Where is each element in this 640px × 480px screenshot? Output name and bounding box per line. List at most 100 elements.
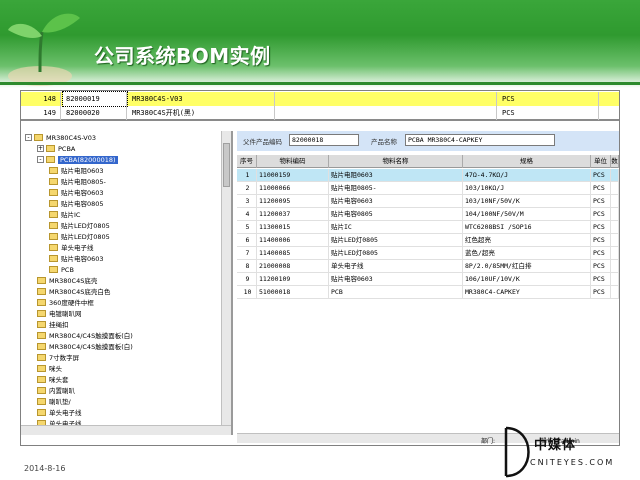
cell-seq[interactable]: 4	[237, 208, 257, 221]
cell-unit[interactable]: PCS	[591, 221, 611, 234]
cell-unit[interactable]: PCS	[591, 195, 611, 208]
tree-item[interactable]: 单头电子线	[37, 408, 82, 419]
cell-code[interactable]: 51000018	[257, 286, 329, 299]
grid-row-149[interactable]: 149 82000020 MR380C4S开机(黑) PCS	[21, 106, 619, 120]
cell-qty[interactable]	[611, 260, 619, 273]
expand-icon[interactable]: +	[37, 144, 44, 152]
grid-unit-cell[interactable]: PCS	[499, 106, 599, 120]
cell-spec[interactable]: 8P/2.0/85MM/红白排	[463, 260, 591, 273]
tree-item[interactable]: PCB	[49, 265, 74, 276]
cell-unit[interactable]: PCS	[591, 247, 611, 260]
cell-unit[interactable]: PCS	[591, 169, 611, 182]
cell-name[interactable]: 贴片LED灯0805	[329, 247, 463, 260]
tree-item[interactable]: 贴片电阻0805-	[49, 177, 106, 188]
table-row[interactable]: 3 11200095 贴片电容0603 103/10NF/50V/K PCS	[237, 195, 619, 208]
cell-seq[interactable]: 1	[237, 169, 257, 182]
grid-name-cell[interactable]: MR380C4S开机(黑)	[129, 106, 275, 120]
cell-spec[interactable]: 103/10NF/50V/K	[463, 195, 591, 208]
table-row[interactable]: 8 21000008 单头电子线 8P/2.0/85MM/红白排 PCS	[237, 260, 619, 273]
col-code[interactable]: 物料编码	[257, 155, 329, 168]
tree-item[interactable]: 挂绳扣	[37, 320, 69, 331]
collapse-icon[interactable]: -	[25, 133, 32, 141]
scrollbar-thumb[interactable]	[223, 143, 230, 187]
tree-item[interactable]: 7寸数字屏	[37, 353, 79, 364]
cell-name[interactable]: 贴片IC	[329, 221, 463, 234]
tree-item[interactable]: 贴片电容0603	[49, 254, 104, 265]
cell-code[interactable]: 11300015	[257, 221, 329, 234]
cell-spec[interactable]: MR380C4-CAPKEY	[463, 286, 591, 299]
grid-unit-cell[interactable]: PCS	[499, 92, 599, 106]
cell-code[interactable]: 11400085	[257, 247, 329, 260]
cell-spec[interactable]: 104/100NF/50V/M	[463, 208, 591, 221]
tree-item[interactable]: 贴片IC	[49, 210, 80, 221]
tree-item[interactable]: MR380C4S底壳	[37, 276, 97, 287]
cell-spec[interactable]: 红色超亮	[463, 234, 591, 247]
table-row[interactable]: 10 51000018 PCB MR380C4-CAPKEY PCS	[237, 286, 619, 299]
product-name-field[interactable]: PCBA MR380C4-CAPKEY	[405, 134, 555, 146]
cell-code[interactable]: 11400006	[257, 234, 329, 247]
cell-name[interactable]: 贴片LED灯0805	[329, 234, 463, 247]
cell-spec[interactable]: 103/10KΩ/J	[463, 182, 591, 195]
tree-item[interactable]: 内置喇叭	[37, 386, 75, 397]
grid-name-cell[interactable]: MR380C4S-V03	[129, 92, 275, 106]
table-row[interactable]: 9 11200109 贴片电容0603 106/10UF/10V/K PCS	[237, 273, 619, 286]
col-spec[interactable]: 规格	[463, 155, 591, 168]
tree-item[interactable]: MR380C4/C4S触摸面板(白)	[37, 342, 133, 353]
cell-name[interactable]: 贴片电容0603	[329, 273, 463, 286]
tree-item[interactable]: 贴片LED灯0805	[49, 232, 110, 243]
cell-spec[interactable]: 蓝色/超亮	[463, 247, 591, 260]
tree-item[interactable]: 电镀喇叭网	[37, 309, 82, 320]
cell-qty[interactable]	[611, 208, 619, 221]
cell-unit[interactable]: PCS	[591, 273, 611, 286]
tree-item[interactable]: 360度硬件中框	[37, 298, 94, 309]
cell-seq[interactable]: 5	[237, 221, 257, 234]
cell-spec[interactable]: WTC6208BSI /SOP16	[463, 221, 591, 234]
tree-item[interactable]: 单头电子线	[49, 243, 94, 254]
table-row[interactable]: 6 11400006 贴片LED灯0805 红色超亮 PCS	[237, 234, 619, 247]
tree-item[interactable]: - MR380C4S-V03	[25, 133, 96, 144]
tree-item[interactable]: - PCBA(82000018)	[37, 155, 118, 166]
collapse-icon[interactable]: -	[37, 155, 44, 163]
cell-seq[interactable]: 7	[237, 247, 257, 260]
cell-unit[interactable]: PCS	[591, 234, 611, 247]
cell-seq[interactable]: 10	[237, 286, 257, 299]
tree-item[interactable]: + PCBA	[37, 144, 75, 155]
cell-name[interactable]: 贴片电阻0805-	[329, 182, 463, 195]
table-row[interactable]: 7 11400085 贴片LED灯0805 蓝色/超亮 PCS	[237, 247, 619, 260]
bom-tree[interactable]: - MR380C4S-V03 + PCBA - PCBA(82000018) 贴片电阻060…	[21, 131, 233, 435]
tree-item[interactable]: MR380C4/C4S触摸面板(白)	[37, 331, 133, 342]
cell-qty[interactable]	[611, 234, 619, 247]
cell-seq[interactable]: 3	[237, 195, 257, 208]
cell-name[interactable]: 贴片电容0805	[329, 208, 463, 221]
tree-item[interactable]: 贴片电阻0603	[49, 166, 104, 177]
cell-unit[interactable]: PCS	[591, 260, 611, 273]
col-unit[interactable]: 单位	[591, 155, 611, 168]
cell-qty[interactable]	[611, 182, 619, 195]
cell-code[interactable]: 11200037	[257, 208, 329, 221]
col-seq[interactable]: 序号	[237, 155, 257, 168]
table-row[interactable]: 1 11000159 贴片电阻0603 47Ω-4.7KΩ/J PCS	[237, 169, 619, 182]
tree-horizontal-scrollbar[interactable]	[21, 425, 231, 435]
tree-vertical-scrollbar[interactable]	[221, 131, 231, 435]
cell-qty[interactable]	[611, 247, 619, 260]
cell-name[interactable]: 单头电子线	[329, 260, 463, 273]
cell-name[interactable]: PCB	[329, 286, 463, 299]
cell-qty[interactable]	[611, 286, 619, 299]
cell-code[interactable]: 11200109	[257, 273, 329, 286]
cell-unit[interactable]: PCS	[591, 208, 611, 221]
col-qty[interactable]: 数量	[611, 155, 619, 168]
cell-spec[interactable]: 47Ω-4.7KΩ/J	[463, 169, 591, 182]
cell-seq[interactable]: 9	[237, 273, 257, 286]
tree-item[interactable]: MR380C4S底壳白色	[37, 287, 110, 298]
tree-item[interactable]: 贴片LED灯0805	[49, 221, 110, 232]
cell-code[interactable]: 11200095	[257, 195, 329, 208]
cell-code[interactable]: 21000008	[257, 260, 329, 273]
cell-qty[interactable]	[611, 169, 619, 182]
grid-code-cell[interactable]: 82000020	[63, 106, 127, 120]
cell-qty[interactable]	[611, 273, 619, 286]
grid-code-cell[interactable]: 82000019	[62, 91, 128, 107]
cell-name[interactable]: 贴片电阻0603	[329, 169, 463, 182]
cell-seq[interactable]: 6	[237, 234, 257, 247]
tree-item[interactable]: 咪头	[37, 364, 62, 375]
tree-item[interactable]: 咪头套	[37, 375, 69, 386]
